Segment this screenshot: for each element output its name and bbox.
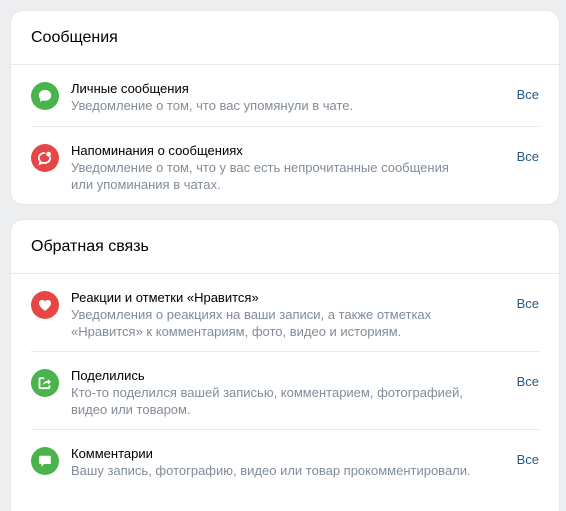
item-description: Кто-то поделился вашей записью, коммента… bbox=[71, 385, 464, 417]
notification-item-reactions[interactable]: Реакции и отметки «Нравится» Уведомления… bbox=[31, 274, 539, 352]
comment-icon bbox=[31, 447, 59, 475]
heart-icon bbox=[31, 291, 59, 319]
item-title: Поделились bbox=[71, 368, 145, 383]
section-title: Сообщения bbox=[11, 11, 559, 65]
feedback-section: Обратная связь Реакции и отметки «Нравит… bbox=[11, 220, 559, 511]
share-icon bbox=[31, 369, 59, 397]
notification-item-comments[interactable]: Комментарии Вашу запись, фотографию, вид… bbox=[31, 430, 539, 510]
item-description: Уведомление о том, что у вас есть непроч… bbox=[71, 160, 449, 192]
item-description: Вашу запись, фотографию, видео или товар… bbox=[71, 463, 471, 478]
notification-settings-page: Сообщения Личные сообщения Уведомление о… bbox=[0, 0, 566, 511]
all-button[interactable]: Все bbox=[517, 374, 539, 389]
all-button[interactable]: Все bbox=[517, 296, 539, 311]
messages-section: Сообщения Личные сообщения Уведомление о… bbox=[11, 11, 559, 204]
all-button[interactable]: Все bbox=[517, 452, 539, 467]
notification-item-shares[interactable]: Поделились Кто-то поделился вашей запись… bbox=[31, 352, 539, 430]
notification-item-message-reminders[interactable]: Напоминания о сообщениях Уведомление о т… bbox=[31, 127, 539, 204]
item-description: Уведомления о реакциях на ваши записи, а… bbox=[71, 307, 432, 339]
item-title: Личные сообщения bbox=[71, 81, 189, 96]
all-button[interactable]: Все bbox=[517, 149, 539, 164]
all-button[interactable]: Все bbox=[517, 87, 539, 102]
item-title: Комментарии bbox=[71, 446, 153, 461]
section-title: Обратная связь bbox=[11, 220, 559, 274]
item-title: Реакции и отметки «Нравится» bbox=[71, 290, 259, 305]
item-description: Уведомление о том, что вас упомянули в ч… bbox=[71, 98, 354, 113]
item-title: Напоминания о сообщениях bbox=[71, 143, 243, 158]
message-icon bbox=[31, 82, 59, 110]
notification-item-private-messages[interactable]: Личные сообщения Уведомление о том, что … bbox=[31, 65, 539, 127]
message-reminder-icon bbox=[31, 144, 59, 172]
